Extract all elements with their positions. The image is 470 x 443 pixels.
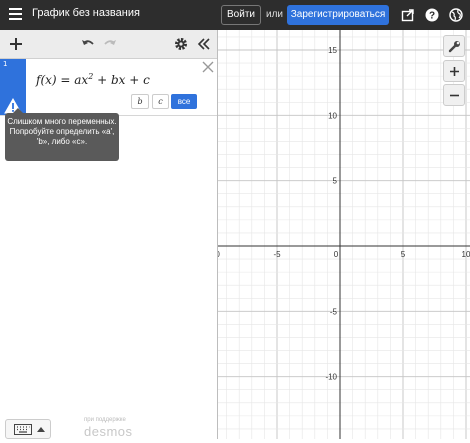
top-bar: График без названия Войти или Зарегистри… bbox=[0, 0, 470, 30]
add-all-sliders-button[interactable]: все bbox=[171, 94, 197, 109]
y-tick-label: 5 bbox=[333, 177, 338, 186]
y-tick-label: -10 bbox=[325, 373, 337, 382]
x-tick-label: 5 bbox=[401, 250, 406, 259]
add-slider-b-button[interactable]: b bbox=[131, 94, 149, 109]
share-icon[interactable] bbox=[401, 8, 415, 22]
graph-canvas[interactable]: -10-5051015105-5-10-15 bbox=[208, 30, 470, 443]
powered-by-label: при поддержке bbox=[84, 417, 126, 423]
too-many-variables-tooltip: Слишком много переменных. Попробуйте опр… bbox=[5, 108, 119, 161]
wrench-icon bbox=[448, 41, 460, 53]
redo-icon[interactable] bbox=[102, 36, 118, 52]
graph-grid[interactable]: -10-5051015105-5-10-15 bbox=[208, 30, 470, 443]
help-icon[interactable]: ? bbox=[425, 8, 439, 22]
plus-icon bbox=[450, 67, 459, 76]
expression-formula[interactable]: f(x) = ax2 + bx + c bbox=[36, 72, 150, 87]
menu-icon[interactable] bbox=[9, 8, 22, 21]
add-icon[interactable] bbox=[8, 36, 24, 52]
svg-text:?: ? bbox=[429, 11, 435, 22]
gear-icon[interactable] bbox=[173, 36, 189, 52]
signup-button[interactable]: Зарегистрироваться bbox=[287, 5, 389, 25]
expression-number: 1 bbox=[3, 60, 8, 68]
y-tick-label: 10 bbox=[328, 111, 337, 120]
x-tick-label: 0 bbox=[334, 250, 339, 259]
globe-icon[interactable] bbox=[449, 8, 463, 22]
graph-title[interactable]: График без названия bbox=[32, 7, 140, 19]
collapse-panel-icon[interactable] bbox=[196, 36, 212, 52]
or-label: или bbox=[266, 9, 284, 20]
add-slider-c-button[interactable]: c bbox=[152, 94, 169, 109]
x-tick-label: -10 bbox=[218, 250, 220, 259]
login-button[interactable]: Войти bbox=[221, 5, 261, 25]
minus-icon bbox=[450, 94, 459, 97]
y-tick-label: -5 bbox=[330, 307, 338, 316]
graph-settings-button[interactable] bbox=[443, 35, 465, 57]
chevron-up-icon bbox=[37, 427, 45, 432]
delete-expression-icon[interactable] bbox=[202, 61, 214, 73]
zoom-in-button[interactable] bbox=[443, 60, 465, 82]
x-tick-label: -5 bbox=[273, 250, 281, 259]
undo-icon[interactable] bbox=[80, 36, 96, 52]
zoom-out-button[interactable] bbox=[443, 84, 465, 106]
keyboard-toggle-button[interactable] bbox=[5, 419, 51, 439]
expression-toolbar bbox=[0, 30, 217, 59]
y-tick-label: 15 bbox=[328, 46, 337, 55]
x-tick-label: 10 bbox=[462, 250, 470, 259]
expression-panel: 1 f(x) = ax2 + bx + c b c все Слишком мн… bbox=[0, 30, 218, 439]
desmos-logo[interactable]: desmos bbox=[84, 424, 133, 439]
keyboard-icon bbox=[14, 424, 32, 435]
